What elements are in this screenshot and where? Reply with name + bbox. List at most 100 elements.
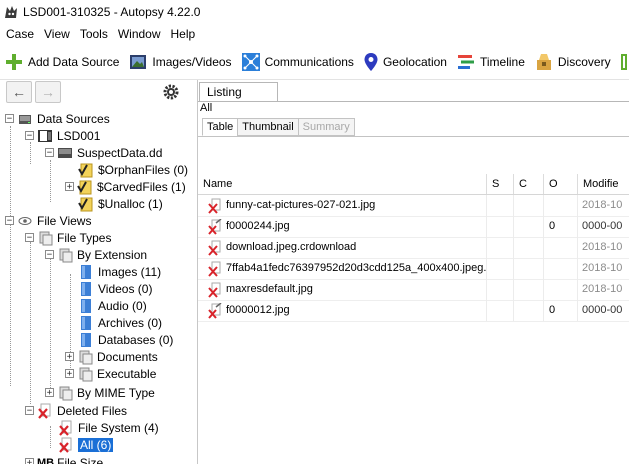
tree-item-by-mime-type[interactable]: + By MIME Type [45,384,155,401]
timeline-button[interactable]: Timeline [452,48,530,76]
tree-label: $OrphanFiles (0) [98,162,189,177]
timeline-label: Timeline [479,55,525,69]
collapse-icon[interactable]: − [5,114,14,124]
collapse-icon[interactable]: − [25,406,34,416]
tree-item-executable[interactable]: + Executable [65,365,156,382]
cell-c [514,195,544,216]
arrow-left-icon: ← [12,84,26,100]
communications-button[interactable]: Communications [237,48,359,76]
tree-item-databases[interactable]: Databases (0) [78,331,173,348]
column-header-name[interactable]: Name [198,174,487,194]
tree-item-videos[interactable]: Videos (0) [78,280,152,297]
add-data-source-button[interactable]: Add Data Source [0,48,124,76]
collapse-icon[interactable]: − [25,131,34,141]
menu-tools[interactable]: Tools [75,27,113,41]
geolocation-button[interactable]: Geolocation [359,48,452,76]
tab-thumbnail[interactable]: Thumbnail [237,118,299,136]
cell-name: maxresdefault.jpg [198,279,487,300]
tree-item-documents[interactable]: + Documents [65,348,158,365]
forward-button[interactable]: → [35,81,61,103]
table-row[interactable]: download.jpeg.crdownload 2018-10 [198,237,629,259]
tree-item-images[interactable]: Images (11) [78,263,161,280]
tree-item-file-types[interactable]: − File Types [25,229,111,246]
expand-icon[interactable]: + [65,182,74,192]
cell-o [544,258,578,279]
cell-o: 0 [544,216,578,237]
geolocation-label: Geolocation [382,55,447,69]
cell-name: funny-cat-pictures-027-021.jpg [198,195,487,216]
tree-item-file-system[interactable]: File System (4) [58,419,159,436]
discovery-button[interactable]: Discovery [530,48,616,76]
column-header-c[interactable]: C [514,174,544,194]
tree-item-all-selected[interactable]: All (6) [58,436,114,453]
cell-s [487,279,514,300]
file-types-icon [59,386,73,400]
tree-item-lsd001[interactable]: − LSD001 [25,127,100,144]
back-button[interactable]: ← [6,81,32,103]
tree-label: File Types [57,230,112,245]
collapse-icon[interactable]: − [25,233,34,243]
tree-label: Executable [97,366,157,381]
file-name: f0000244.jpg [226,220,290,232]
column-header-s[interactable]: S [487,174,514,194]
collapse-icon[interactable]: − [5,216,14,226]
file-name: f0000012.jpg [226,304,290,316]
cell-modified: 2018-10 [582,262,623,274]
volume-icon [58,147,72,158]
tab-table[interactable]: Table [202,118,239,136]
tree-item-archives[interactable]: Archives (0) [78,314,162,331]
arrow-right-icon: → [41,84,55,100]
table-row[interactable]: f0000244.jpg 0 0000-00 [198,216,629,238]
images-videos-button[interactable]: Images/Videos [124,48,236,76]
eye-icon [18,216,32,225]
tree-item-unalloc[interactable]: $Unalloc (1) [78,195,163,212]
expand-icon[interactable]: + [65,352,74,362]
toolbar-overflow-button[interactable] [616,48,629,76]
tree-item-by-extension[interactable]: − By Extension [45,246,147,263]
collapse-icon[interactable]: − [45,250,54,260]
tree-label: File Size [57,455,104,464]
gear-icon[interactable] [162,83,180,101]
expand-icon[interactable]: + [25,458,34,464]
table-row[interactable]: funny-cat-pictures-027-021.jpg 2018-10 [198,195,629,217]
menu-window[interactable]: Window [113,27,166,41]
blue-file-icon [81,281,91,296]
tree-item-carved-files[interactable]: + $CarvedFiles (1) [65,178,186,195]
table-row[interactable]: maxresdefault.jpg 2018-10 [198,279,629,301]
mb-icon: MB [37,456,55,464]
menu-help[interactable]: Help [166,27,201,41]
table-row[interactable]: f0000012.jpg 0 0000-00 [198,300,629,322]
collapse-icon[interactable]: − [45,148,54,158]
table-header: Name S C O Modifie [198,174,629,195]
table-row[interactable]: 7ffab4a1fedc76397952d20d3cdd125a_400x400… [198,258,629,280]
file-types-icon [39,231,53,245]
column-header-o[interactable]: O [544,174,578,194]
carved-file-icon [208,218,222,235]
tree-item-file-size[interactable]: + MB File Size [25,454,103,464]
deleted-file-icon [208,198,221,214]
cell-name: download.jpeg.crdownload [198,237,487,258]
tree-item-audio[interactable]: Audio (0) [78,297,147,314]
expand-icon[interactable]: + [65,369,74,379]
tree-label: $Unalloc (1) [98,196,163,211]
cell-o [544,195,578,216]
tree-item-orphan-files[interactable]: $OrphanFiles (0) [78,161,188,178]
cell-s [487,300,514,321]
tree-label: $CarvedFiles (1) [97,179,186,194]
tab-listing[interactable]: Listing [199,82,278,101]
expand-icon[interactable]: + [45,388,54,398]
file-types-icon [79,350,93,364]
column-header-modified[interactable]: Modifie [578,174,629,194]
tab-summary[interactable]: Summary [297,118,355,136]
tree-item-suspectdata[interactable]: − SuspectData.dd [45,144,162,161]
tree-label: Data Sources [37,111,110,126]
menu-case[interactable]: Case [0,27,39,41]
tree-label: By MIME Type [77,385,155,400]
add-data-source-label: Add Data Source [28,55,120,69]
tree-item-data-sources[interactable]: − Data Sources [5,110,110,127]
tree-item-deleted-files[interactable]: − Deleted Files [25,402,127,419]
cell-c [514,216,544,237]
deleted-file-icon [208,261,221,277]
tree-item-file-views[interactable]: − File Views [5,212,91,229]
menu-view[interactable]: View [39,27,75,41]
